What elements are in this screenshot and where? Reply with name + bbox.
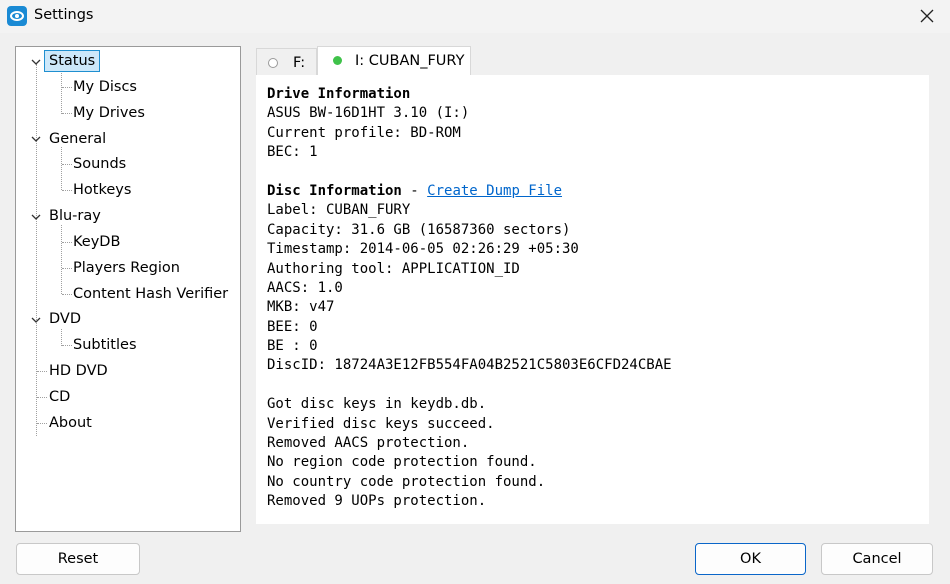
tab-drive-i[interactable]: I: CUBAN_FURY (317, 46, 471, 76)
app-eye-icon (7, 6, 27, 26)
title-bar: Settings (0, 0, 950, 33)
chevron-down-icon[interactable] (30, 314, 42, 326)
tree-connector (62, 164, 72, 165)
settings-tree: Status My Discs My Drives General Sounds… (15, 46, 241, 532)
tree-connector (62, 87, 72, 88)
log-line: No region code protection found. (267, 454, 537, 471)
drive-radio-icon (268, 58, 278, 68)
window-title: Settings (34, 7, 94, 23)
ok-button[interactable]: OK (695, 543, 806, 575)
tree-connector (36, 64, 37, 436)
chevron-down-icon[interactable] (30, 56, 42, 68)
disc-info-heading: Disc Information (267, 182, 402, 199)
cancel-button[interactable]: Cancel (821, 543, 933, 575)
reset-button[interactable]: Reset (16, 543, 140, 575)
tree-item-hotkeys[interactable]: Hotkeys (73, 179, 131, 201)
log-line: No country code protection found. (267, 473, 546, 490)
tree-item-my-discs[interactable]: My Discs (73, 76, 137, 98)
drive-info-heading: Drive Information (267, 86, 411, 102)
close-icon (920, 9, 934, 23)
drive-status-dot-icon (333, 56, 342, 65)
tab-label: I: CUBAN_FURY (355, 53, 465, 69)
tree-item-sounds[interactable]: Sounds (73, 153, 126, 175)
tree-item-dvd[interactable]: DVD (49, 308, 81, 330)
tree-item-keydb[interactable]: KeyDB (73, 231, 120, 253)
disc-info-line: Authoring tool: APPLICATION_ID (267, 260, 520, 277)
chevron-down-icon[interactable] (30, 211, 42, 223)
tree-item-hd-dvd[interactable]: HD DVD (49, 360, 108, 382)
tree-item-content-hash-verifier[interactable]: Content Hash Verifier (73, 283, 228, 305)
tree-connector (62, 242, 72, 243)
disc-info-line: AACS: 1.0 (267, 279, 343, 296)
log-line: Got disc keys in keydb.db. (267, 396, 487, 413)
tree-item-about[interactable]: About (49, 412, 92, 434)
tree-connector (62, 345, 72, 346)
log-line: Removed AACS protection. (267, 435, 470, 452)
chevron-down-icon[interactable] (30, 133, 42, 145)
close-button[interactable] (904, 0, 950, 33)
tree-item-cd[interactable]: CD (49, 386, 70, 408)
drive-info-line: Current profile: BD-ROM (267, 124, 461, 141)
tree-connector (61, 147, 62, 190)
tree-connector (62, 113, 72, 114)
heading-separator: - (401, 182, 428, 199)
create-dump-file-link[interactable]: Create Dump File (427, 183, 562, 199)
disc-info-line: DiscID: 18724A3E12FB554FA04B2521C5803E6C… (267, 357, 672, 374)
tree-connector (61, 225, 62, 294)
log-line: Removed 9 UOPs protection. (267, 493, 487, 510)
tab-drive-f[interactable]: F: (256, 48, 317, 76)
tree-connector (62, 294, 72, 295)
tree-item-my-drives[interactable]: My Drives (73, 102, 145, 124)
tree-item-blu-ray[interactable]: Blu-ray (49, 205, 101, 227)
disc-info-line: Label: CUBAN_FURY (267, 202, 411, 219)
tree-item-general[interactable]: General (49, 128, 106, 150)
disc-info-line: MKB: v47 (267, 299, 335, 316)
disc-info-line: BE : 0 (267, 338, 318, 355)
disc-info-line: Capacity: 31.6 GB (16587360 sectors) (267, 221, 571, 238)
disc-info-header-row: Disc Information - Create Dump File (267, 182, 929, 201)
status-panel: Drive Information ASUS BW-16D1HT 3.10 (I… (256, 75, 929, 524)
tree-connector (62, 268, 72, 269)
tree-connector (37, 371, 47, 372)
tab-label: F: (293, 55, 306, 71)
tree-item-status[interactable]: Status (44, 50, 101, 72)
disc-info-line: BEE: 0 (267, 318, 318, 335)
tree-connector (37, 423, 47, 424)
disc-info-line: Timestamp: 2014-06-05 02:26:29 +05:30 (267, 241, 579, 258)
tree-connector (62, 190, 72, 191)
tree-connector (61, 329, 62, 346)
tree-item-players-region[interactable]: Players Region (73, 257, 180, 279)
tree-item-subtitles[interactable]: Subtitles (73, 334, 137, 356)
tree-connector (37, 397, 47, 398)
drive-info-line: ASUS BW-16D1HT 3.10 (I:) (267, 105, 470, 122)
drive-info-line: BEC: 1 (267, 144, 318, 161)
log-line: Verified disc keys succeed. (267, 415, 495, 432)
